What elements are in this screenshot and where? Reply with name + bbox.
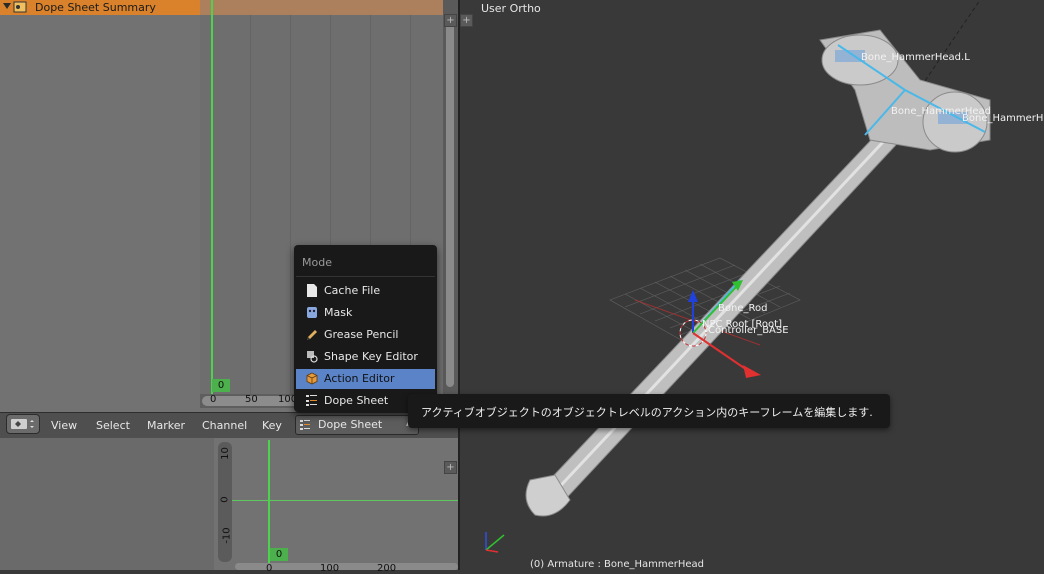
menu-select[interactable]: Select xyxy=(96,419,130,432)
current-frame-line[interactable] xyxy=(211,0,213,395)
frame-tick: 50 xyxy=(245,394,258,405)
grid-line xyxy=(290,15,291,395)
summary-channel-row[interactable]: Dope Sheet Summary xyxy=(0,0,200,15)
x-tick: 200 xyxy=(377,563,397,574)
dopesheet-summary-icon xyxy=(13,1,27,13)
grid-line xyxy=(250,15,251,395)
3d-scene[interactable] xyxy=(460,0,1044,570)
expand-triangle-icon[interactable] xyxy=(3,3,11,9)
menu-marker[interactable]: Marker xyxy=(147,419,185,432)
dopesheet-mode-icon xyxy=(300,420,310,430)
mode-dropdown-value: Dope Sheet xyxy=(318,418,383,431)
x-tick: 0 xyxy=(266,563,273,574)
menu-item-label: Action Editor xyxy=(324,372,395,385)
region-expand-plus-icon[interactable]: + xyxy=(444,461,457,474)
menu-item-grease-pencil[interactable]: Grease Pencil xyxy=(296,325,435,345)
viewport-status-text: (0) Armature : Bone_HammerHead xyxy=(530,559,705,570)
region-expand-plus-icon[interactable]: + xyxy=(444,14,457,27)
graph-channel-region xyxy=(0,438,214,570)
menu-item-mask[interactable]: Mask xyxy=(296,303,435,323)
vertical-scrollbar[interactable] xyxy=(443,0,458,412)
menu-item-shape-key-editor[interactable]: Shape Key Editor xyxy=(296,347,435,367)
file-icon xyxy=(307,284,317,297)
bone-label: Bone_Rod xyxy=(718,303,768,314)
mask-icon xyxy=(307,307,317,318)
menu-item-label: Shape Key Editor xyxy=(324,350,418,363)
popup-title: Mode xyxy=(302,256,332,269)
tooltip-text: アクティブオブジェクトのオブジェクトレベルのアクション内のキーフレームを編集しま… xyxy=(421,406,873,419)
menu-key[interactable]: Key xyxy=(262,419,282,432)
bone-label: Bone_HammerHead.L xyxy=(861,52,970,63)
y-tick: 0 xyxy=(219,496,231,503)
graph-current-frame-badge[interactable]: 0 xyxy=(270,548,288,561)
dopesheet-editor-icon xyxy=(11,419,34,429)
menu-item-cache-file[interactable]: Cache File xyxy=(296,281,435,301)
menu-channel[interactable]: Channel xyxy=(202,419,247,432)
menu-item-label: Cache File xyxy=(324,284,381,297)
bone-label: Bone_HammerH xyxy=(962,113,1044,124)
menu-item-label: Mask xyxy=(324,306,353,319)
summary-label: Dope Sheet Summary xyxy=(35,1,156,14)
dopesheet-icon xyxy=(306,395,317,406)
popup-divider xyxy=(296,276,435,277)
frame-tick: 0 xyxy=(210,394,217,405)
graph-zero-line xyxy=(232,500,458,501)
shape-key-icon xyxy=(307,351,318,363)
current-frame-badge[interactable]: 0 xyxy=(212,379,230,392)
pencil-icon xyxy=(307,330,317,340)
channel-region xyxy=(0,0,200,412)
editor-type-selector[interactable] xyxy=(6,414,40,434)
x-tick: 100 xyxy=(320,563,340,574)
bone-label: Controller_BASE xyxy=(708,325,789,336)
y-tick: -10 xyxy=(221,527,233,544)
menu-item-action-editor[interactable]: Action Editor xyxy=(296,369,435,389)
menu-item-label: Grease Pencil xyxy=(324,328,399,341)
mode-dropdown[interactable]: Dope Sheet ▴▾ xyxy=(295,415,419,435)
menu-item-label: Dope Sheet xyxy=(324,394,389,407)
action-icon xyxy=(306,372,318,385)
tooltip: アクティブオブジェクトのオブジェクトレベルのアクション内のキーフレームを編集しま… xyxy=(408,394,890,428)
y-tick: 10 xyxy=(219,447,231,460)
menu-view[interactable]: View xyxy=(51,419,77,432)
summary-keys-row xyxy=(200,0,443,15)
